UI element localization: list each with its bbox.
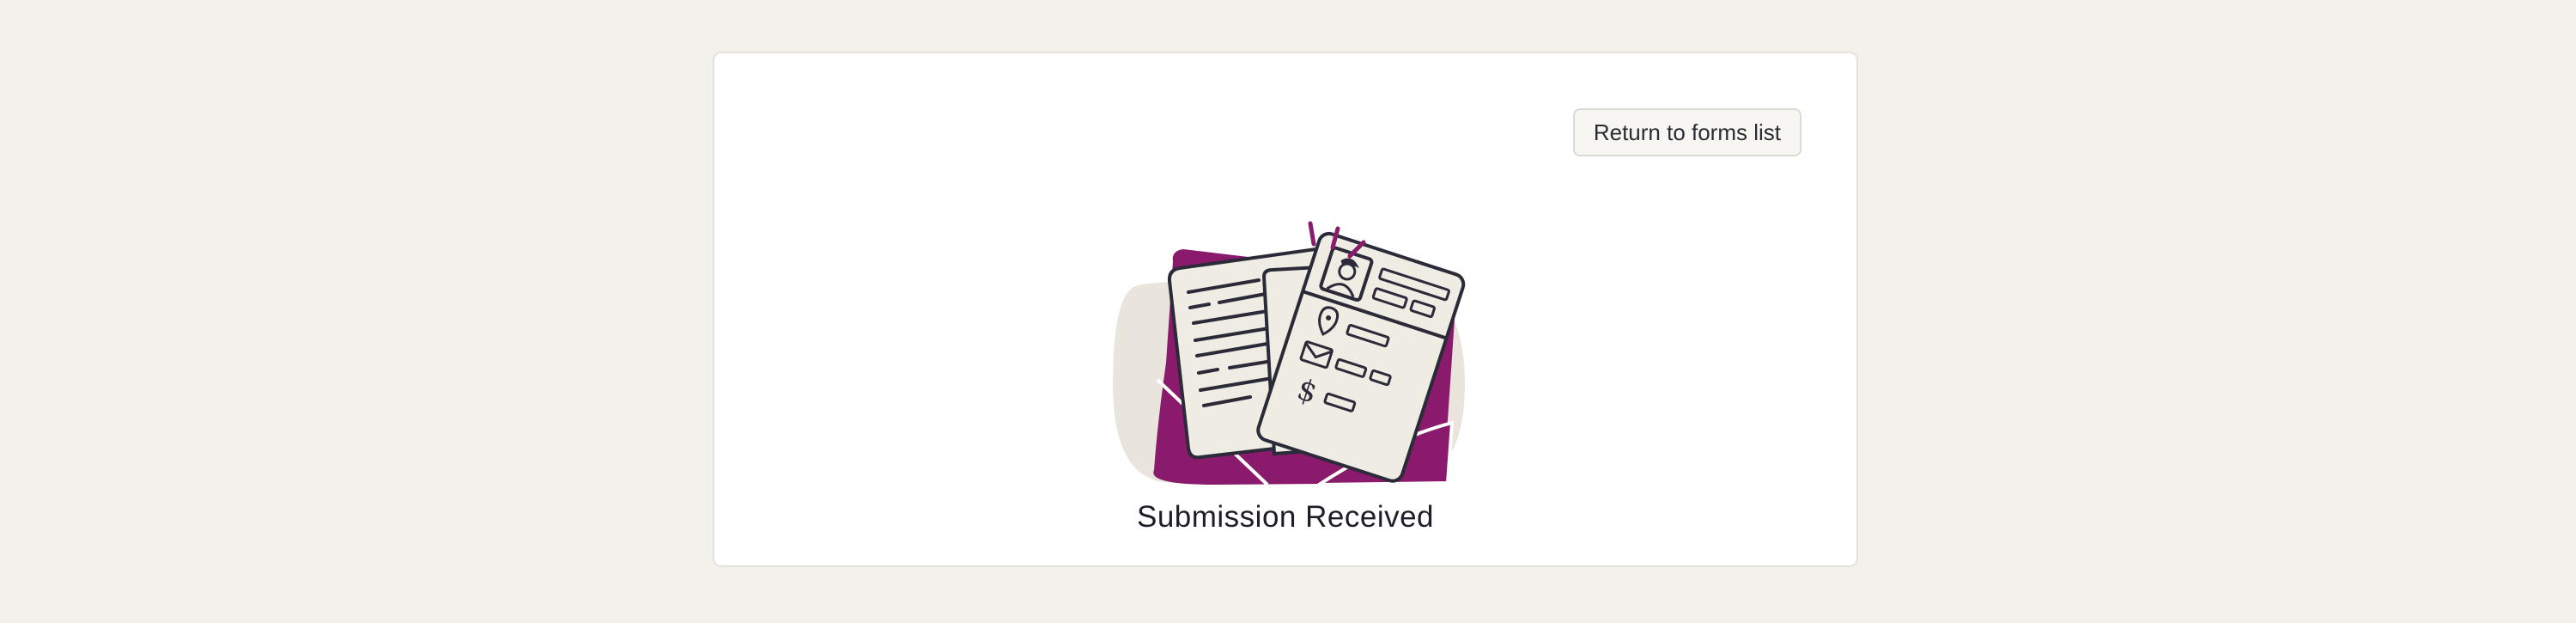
submission-card: Return to forms list $ Submission Receiv… <box>713 52 1858 567</box>
return-to-forms-button[interactable]: Return to forms list <box>1572 108 1801 156</box>
documents-envelope-illustration: $ <box>1113 221 1466 487</box>
page: Return to forms list $ Submission Receiv… <box>0 0 2576 623</box>
submission-title: Submission Received <box>1136 500 1435 534</box>
